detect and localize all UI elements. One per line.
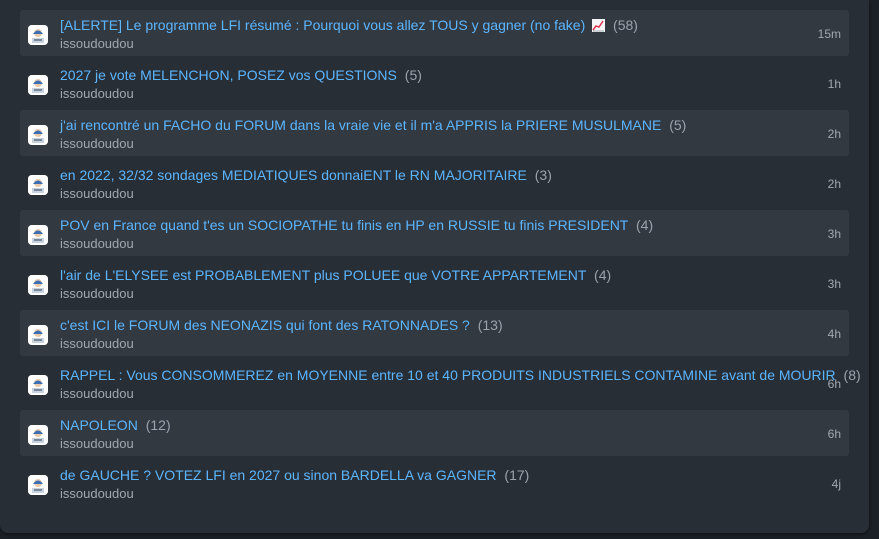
author-name[interactable]: issoudoudou	[60, 86, 134, 101]
reply-count: (58)	[613, 17, 638, 33]
avatar[interactable]	[28, 375, 48, 395]
chart-increasing-icon	[592, 19, 606, 32]
avatar[interactable]	[28, 25, 48, 45]
topic-link[interactable]: RAPPEL : Vous CONSOMMEREZ en MOYENNE ent…	[60, 367, 836, 383]
topic-row[interactable]: 2027 je vote MELENCHON, POSEZ vos QUESTI…	[20, 60, 849, 106]
reply-count: (3)	[534, 167, 552, 183]
topic-row[interactable]: de GAUCHE ? VOTEZ LFI en 2027 ou sinon B…	[20, 460, 849, 506]
reply-count: (4)	[636, 217, 654, 233]
topic-link[interactable]: POV en France quand t'es un SOCIOPATHE t…	[60, 217, 628, 233]
avatar[interactable]	[28, 325, 48, 345]
author-name[interactable]: issoudoudou	[60, 386, 134, 401]
topic-list: [ALERTE] Le programme LFI résumé : Pourq…	[20, 10, 861, 510]
topic-title: NAPOLEON (12)	[60, 417, 171, 433]
topic-link[interactable]: l'air de L'ELYSEE est PROBABLEMENT plus …	[60, 267, 586, 283]
reply-count: (8)	[843, 367, 861, 383]
last-activity-time[interactable]: 1h	[828, 77, 841, 91]
topic-title: 2027 je vote MELENCHON, POSEZ vos QUESTI…	[60, 67, 422, 83]
last-activity-time[interactable]: 15m	[818, 27, 841, 41]
topic-row[interactable]: RAPPEL : Vous CONSOMMEREZ en MOYENNE ent…	[20, 360, 861, 406]
topic-row[interactable]: l'air de L'ELYSEE est PROBABLEMENT plus …	[20, 260, 849, 306]
topic-title: j'ai rencontré un FACHO du FORUM dans la…	[60, 117, 686, 133]
last-activity-time[interactable]: 4h	[828, 327, 841, 341]
reply-count: (5)	[404, 67, 422, 83]
topic-row[interactable]: [ALERTE] Le programme LFI résumé : Pourq…	[20, 10, 849, 56]
author-name[interactable]: issoudoudou	[60, 286, 134, 301]
topic-row[interactable]: j'ai rencontré un FACHO du FORUM dans la…	[20, 110, 849, 156]
avatar[interactable]	[28, 125, 48, 145]
avatar[interactable]	[28, 225, 48, 245]
topic-link[interactable]: 2027 je vote MELENCHON, POSEZ vos QUESTI…	[60, 67, 397, 83]
reply-count: (5)	[669, 117, 687, 133]
author-name[interactable]: issoudoudou	[60, 436, 134, 451]
author-name[interactable]: issoudoudou	[60, 186, 134, 201]
last-activity-time[interactable]: 4j	[832, 477, 841, 491]
topic-link[interactable]: [ALERTE] Le programme LFI résumé : Pourq…	[60, 17, 585, 33]
topic-title: en 2022, 32/32 sondages MEDIATIQUES donn…	[60, 167, 552, 183]
reply-count: (17)	[504, 467, 530, 483]
avatar[interactable]	[28, 275, 48, 295]
reply-count: (13)	[477, 317, 503, 333]
topic-title: RAPPEL : Vous CONSOMMEREZ en MOYENNE ent…	[60, 367, 861, 383]
topic-row[interactable]: en 2022, 32/32 sondages MEDIATIQUES donn…	[20, 160, 849, 206]
last-activity-time[interactable]: 3h	[828, 277, 841, 291]
author-name[interactable]: issoudoudou	[60, 486, 134, 501]
author-name[interactable]: issoudoudou	[60, 236, 134, 251]
topic-title: [ALERTE] Le programme LFI résumé : Pourq…	[60, 17, 638, 33]
avatar[interactable]	[28, 425, 48, 445]
author-name[interactable]: issoudoudou	[60, 336, 134, 351]
last-activity-time[interactable]: 2h	[828, 177, 841, 191]
topic-row[interactable]: NAPOLEON (12) issoudoudou 6h	[20, 410, 849, 456]
topic-row[interactable]: c'est ICI le FORUM des NEONAZIS qui font…	[20, 310, 849, 356]
reply-count: (12)	[145, 417, 171, 433]
author-name[interactable]: issoudoudou	[60, 136, 134, 151]
last-activity-time[interactable]: 6h	[828, 427, 841, 441]
last-activity-time[interactable]: 6h	[828, 377, 841, 391]
topic-title: l'air de L'ELYSEE est PROBABLEMENT plus …	[60, 267, 611, 283]
avatar[interactable]	[28, 475, 48, 495]
topic-title: POV en France quand t'es un SOCIOPATHE t…	[60, 217, 653, 233]
topic-link[interactable]: NAPOLEON	[60, 417, 138, 433]
author-name[interactable]: issoudoudou	[60, 36, 134, 51]
topic-link[interactable]: c'est ICI le FORUM des NEONAZIS qui font…	[60, 317, 470, 333]
topic-panel: [ALERTE] Le programme LFI résumé : Pourq…	[0, 0, 869, 533]
topic-link[interactable]: j'ai rencontré un FACHO du FORUM dans la…	[60, 117, 661, 133]
last-activity-time[interactable]: 2h	[828, 127, 841, 141]
topic-row[interactable]: POV en France quand t'es un SOCIOPATHE t…	[20, 210, 849, 256]
reply-count: (4)	[594, 267, 612, 283]
avatar[interactable]	[28, 175, 48, 195]
topic-title: c'est ICI le FORUM des NEONAZIS qui font…	[60, 317, 503, 333]
avatar[interactable]	[28, 75, 48, 95]
last-activity-time[interactable]: 3h	[828, 227, 841, 241]
topic-link[interactable]: de GAUCHE ? VOTEZ LFI en 2027 ou sinon B…	[60, 467, 497, 483]
topic-link[interactable]: en 2022, 32/32 sondages MEDIATIQUES donn…	[60, 167, 527, 183]
topic-title: de GAUCHE ? VOTEZ LFI en 2027 ou sinon B…	[60, 467, 529, 483]
